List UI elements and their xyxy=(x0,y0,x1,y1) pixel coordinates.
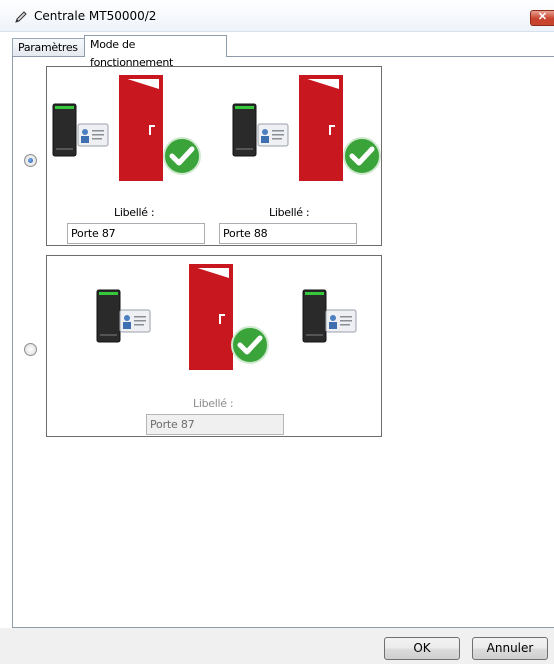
tab-mode-de-fonctionnement[interactable]: Mode de fonctionnement xyxy=(84,35,227,69)
badge-card-icon xyxy=(77,123,109,147)
badge-card-icon xyxy=(325,309,357,333)
door-single-name-field: Porte 87 xyxy=(146,414,284,435)
dialog-window: Centrale MT50000/2 ✕ Paramètres Mode de … xyxy=(0,0,554,664)
badge-card-icon xyxy=(119,309,151,333)
pencil-icon xyxy=(15,11,27,23)
mode-single-door-radio[interactable] xyxy=(24,343,37,356)
checkmark-icon xyxy=(343,137,381,175)
door-2-label: Libellé : xyxy=(269,206,310,219)
tab-parametres[interactable]: Paramètres xyxy=(12,38,85,56)
tab-strip: Paramètres Mode de fonctionnement xyxy=(0,32,554,69)
button-bar: OK Annuler xyxy=(0,628,554,664)
badge-card-icon xyxy=(257,123,289,147)
window-title: Centrale MT50000/2 xyxy=(34,9,157,23)
door-single-label: Libellé : xyxy=(193,397,234,410)
checkmark-icon xyxy=(231,326,269,364)
door-2-name-field[interactable]: Porte 88 xyxy=(219,223,357,244)
close-button[interactable]: ✕ xyxy=(530,10,554,26)
close-icon: ✕ xyxy=(537,11,548,23)
title-bar: Centrale MT50000/2 ✕ xyxy=(0,0,554,32)
checkmark-icon xyxy=(163,137,201,175)
cancel-button[interactable]: Annuler xyxy=(472,637,548,660)
mode-two-doors-option: Libellé : Porte 87 Libellé : Porte 88 xyxy=(46,66,382,246)
door-1-label: Libellé : xyxy=(114,206,155,219)
door-1-name-field[interactable]: Porte 87 xyxy=(67,223,205,244)
mode-two-doors-radio[interactable] xyxy=(24,154,37,167)
mode-single-door-option: Libellé : Porte 87 xyxy=(46,255,382,437)
ok-button[interactable]: OK xyxy=(384,637,460,660)
